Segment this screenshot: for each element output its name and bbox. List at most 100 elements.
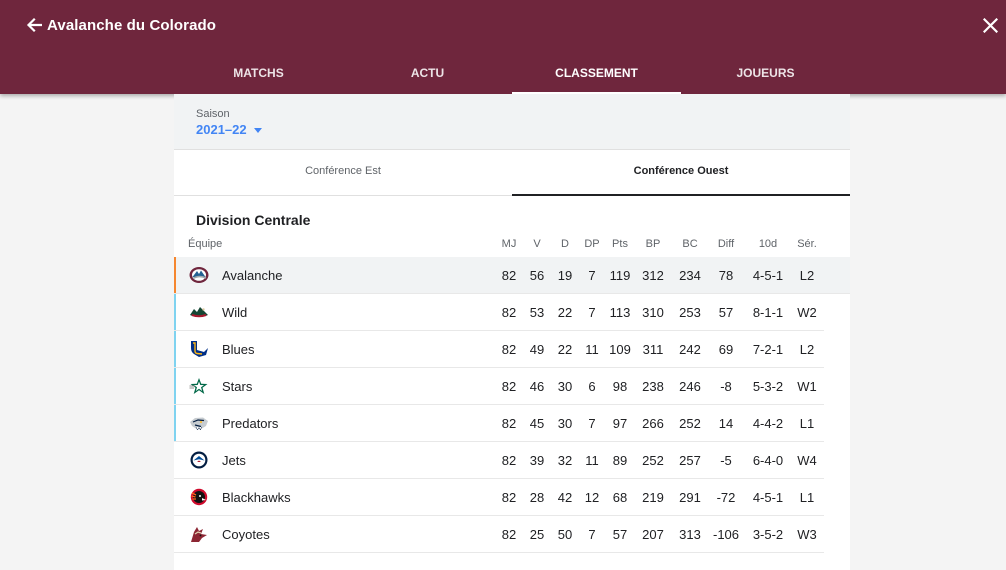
app-header: Avalanche du Colorado MATCHS ACTU CLASSE… bbox=[0, 0, 1006, 94]
stat-ser: W1 bbox=[797, 379, 817, 394]
stars-logo-icon bbox=[189, 378, 208, 394]
table-row[interactable]: Avalanche 82 56 19 7 119 312 234 78 4-5-… bbox=[174, 257, 850, 294]
stat-ser: W3 bbox=[797, 527, 817, 542]
blues-logo-icon bbox=[191, 341, 208, 357]
column-header-ser: Sér. bbox=[797, 238, 817, 250]
stat-v: 25 bbox=[529, 527, 545, 542]
team-name: Wild bbox=[222, 305, 248, 320]
table-header: Équipe MJ V D DP Pts BP BC Diff 10d Sér. bbox=[174, 234, 850, 256]
stat-pts: 119 bbox=[609, 268, 631, 283]
table-row[interactable]: Blackhawks 82 28 42 12 68 219 291 -72 4-… bbox=[174, 479, 824, 516]
column-header-pts: Pts bbox=[612, 238, 628, 250]
table-row[interactable]: Blues 82 49 22 11 109 311 242 69 7-2-1 L… bbox=[174, 331, 824, 368]
back-arrow-icon[interactable] bbox=[24, 15, 44, 35]
tab-conference-est[interactable]: Conférence Est bbox=[174, 150, 512, 195]
stat-d: 30 bbox=[557, 379, 573, 394]
table-row[interactable]: Wild 82 53 22 7 113 310 253 57 8-1-1 W2 bbox=[174, 294, 824, 331]
team-name: Blackhawks bbox=[222, 490, 291, 505]
stat-mj: 82 bbox=[501, 453, 517, 468]
main-tabs: MATCHS ACTU CLASSEMENT JOUEURS bbox=[174, 54, 850, 94]
table-row[interactable]: Stars 82 46 30 6 98 238 246 -8 5-3-2 W1 bbox=[174, 368, 824, 405]
column-header-team: Équipe bbox=[188, 238, 223, 250]
stat-d: 42 bbox=[557, 490, 573, 505]
table-row[interactable]: Jets 82 39 32 11 89 252 257 -5 6-4-0 W4 bbox=[174, 442, 824, 479]
stat-pts: 113 bbox=[609, 305, 631, 320]
row-indicator bbox=[174, 257, 176, 293]
column-header-10d: 10d bbox=[758, 238, 778, 250]
stat-mj: 82 bbox=[501, 416, 517, 431]
stat-v: 46 bbox=[529, 379, 545, 394]
stat-bp: 219 bbox=[642, 490, 664, 505]
stat-10d: 4-5-1 bbox=[752, 268, 784, 283]
stat-mj: 82 bbox=[501, 379, 517, 394]
avalanche-logo-icon bbox=[189, 267, 209, 283]
column-header-v: V bbox=[533, 238, 541, 250]
stat-10d: 7-2-1 bbox=[752, 342, 784, 357]
stat-dp: 11 bbox=[585, 342, 599, 357]
tab-conference-ouest[interactable]: Conférence Ouest bbox=[512, 150, 850, 196]
stat-bp: 310 bbox=[642, 305, 664, 320]
stat-10d: 6-4-0 bbox=[752, 453, 784, 468]
stat-dp: 7 bbox=[588, 268, 596, 283]
stat-mj: 82 bbox=[501, 527, 517, 542]
stat-mj: 82 bbox=[501, 490, 517, 505]
stat-ser: W4 bbox=[797, 453, 817, 468]
stat-diff: -8 bbox=[720, 379, 732, 394]
column-header-bp: BP bbox=[645, 238, 661, 250]
stat-d: 19 bbox=[557, 268, 573, 283]
column-header-diff: Diff bbox=[717, 238, 735, 250]
stat-ser: L2 bbox=[799, 268, 815, 283]
stat-dp: 7 bbox=[588, 527, 596, 542]
stat-bc: 291 bbox=[679, 490, 701, 505]
stat-10d: 8-1-1 bbox=[752, 305, 784, 320]
stat-pts: 89 bbox=[612, 453, 628, 468]
row-indicator bbox=[174, 368, 176, 404]
stat-bp: 266 bbox=[642, 416, 664, 431]
close-icon[interactable] bbox=[980, 15, 1000, 35]
stat-bp: 311 bbox=[642, 342, 664, 357]
blackhawks-logo-icon bbox=[190, 488, 208, 506]
stat-ser: L2 bbox=[799, 342, 815, 357]
stat-bc: 257 bbox=[679, 453, 701, 468]
tab-classement[interactable]: CLASSEMENT bbox=[512, 54, 681, 94]
stat-bc: 246 bbox=[679, 379, 701, 394]
stat-bp: 252 bbox=[642, 453, 664, 468]
tab-joueurs[interactable]: JOUEURS bbox=[681, 54, 850, 94]
team-name: Predators bbox=[222, 416, 279, 431]
page-title: Avalanche du Colorado bbox=[47, 17, 217, 34]
team-name: Coyotes bbox=[222, 527, 270, 542]
row-indicator bbox=[174, 294, 176, 330]
stat-ser: W2 bbox=[797, 305, 817, 320]
table-row[interactable]: Coyotes 82 25 50 7 57 207 313 -106 3-5-2… bbox=[174, 516, 824, 553]
row-indicator bbox=[174, 405, 176, 441]
wild-logo-icon bbox=[190, 307, 208, 318]
table-row[interactable]: Predators 82 45 30 7 97 266 252 14 4-4-2… bbox=[174, 405, 824, 442]
team-name: Jets bbox=[222, 453, 246, 468]
season-value: 2021–22 bbox=[196, 122, 247, 137]
conference-tabs: Conférence Est Conférence Ouest bbox=[174, 150, 850, 196]
row-indicator bbox=[174, 331, 176, 367]
stat-v: 49 bbox=[529, 342, 545, 357]
tab-actu[interactable]: ACTU bbox=[343, 54, 512, 94]
stat-bp: 207 bbox=[642, 527, 664, 542]
coyotes-logo-icon bbox=[191, 527, 207, 542]
stat-pts: 109 bbox=[609, 342, 631, 357]
stat-dp: 7 bbox=[588, 416, 596, 431]
stat-bp: 312 bbox=[642, 268, 664, 283]
column-header-dp: DP bbox=[584, 238, 600, 250]
season-dropdown[interactable]: 2021–22 bbox=[196, 122, 262, 137]
stat-v: 53 bbox=[529, 305, 545, 320]
stat-bc: 252 bbox=[679, 416, 701, 431]
tab-matchs[interactable]: MATCHS bbox=[174, 54, 343, 94]
stat-10d: 4-4-2 bbox=[752, 416, 784, 431]
column-header-d: D bbox=[561, 238, 569, 250]
stat-pts: 68 bbox=[612, 490, 628, 505]
stat-diff: -5 bbox=[720, 453, 732, 468]
stat-pts: 98 bbox=[612, 379, 628, 394]
stat-dp: 12 bbox=[584, 490, 600, 505]
stat-diff: -106 bbox=[713, 527, 740, 542]
stat-v: 56 bbox=[529, 268, 545, 283]
stat-dp: 6 bbox=[588, 379, 596, 394]
stat-d: 30 bbox=[557, 416, 573, 431]
stat-bc: 313 bbox=[679, 527, 701, 542]
